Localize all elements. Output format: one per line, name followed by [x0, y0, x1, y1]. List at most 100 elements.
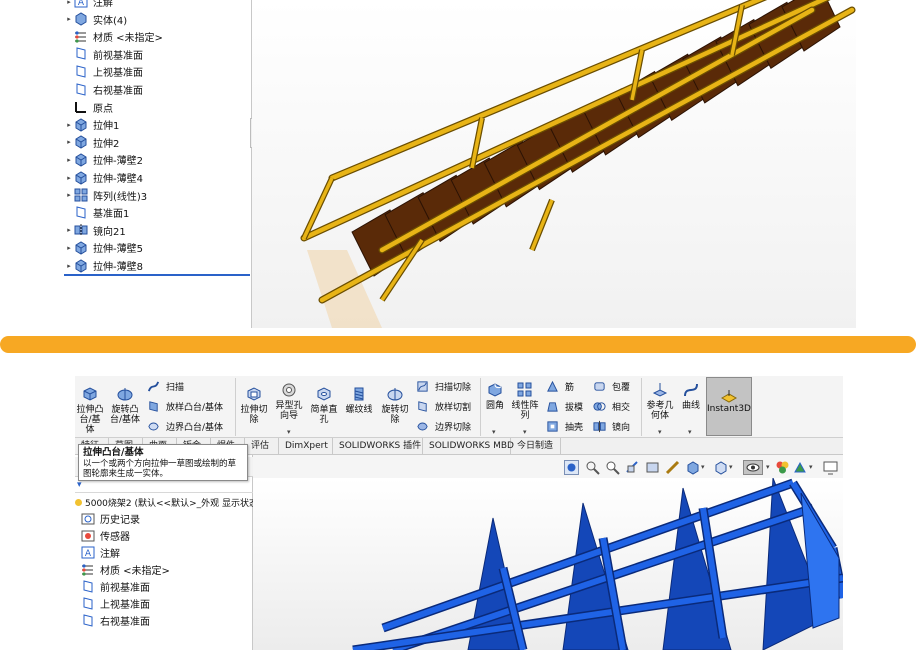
zoom-area-icon[interactable]: [585, 460, 600, 475]
display-style-dropdown-icon[interactable]: ▾: [701, 463, 705, 471]
loft-boss-button[interactable]: 放样凸台/基体: [147, 400, 223, 413]
tree-item[interactable]: ▸ 拉伸-薄壁2: [64, 151, 143, 168]
tree-item[interactable]: ▸ 实体(4): [64, 11, 127, 28]
mirror-button[interactable]: 镜向: [593, 420, 630, 433]
intersect-button[interactable]: 相交: [593, 400, 630, 413]
ribbon-separator: [641, 378, 642, 436]
reference-geometry-button[interactable]: 参考几 何体: [644, 381, 676, 421]
shell-button[interactable]: 抽壳: [546, 420, 583, 433]
extrude-boss-button[interactable]: 拉伸凸 台/基体: [75, 385, 105, 435]
scene-icon[interactable]: [793, 460, 808, 475]
expand-arrow-icon[interactable]: ▸: [64, 15, 74, 23]
simple-hole-button[interactable]: 简单直 孔: [308, 385, 340, 425]
tree-item[interactable]: ▸ 拉伸2: [64, 134, 119, 151]
intersect-label: 相交: [612, 403, 631, 413]
instant3d-button[interactable]: Instant3D: [706, 377, 752, 436]
fillet-dropdown-icon[interactable]: ▾: [492, 428, 496, 436]
section-view-icon[interactable]: [625, 460, 640, 475]
tree-item[interactable]: ▸ 拉伸-薄壁4: [64, 169, 143, 186]
tree-item[interactable]: 基准面1: [64, 204, 129, 221]
tree-item[interactable]: ▸ A 注解: [64, 0, 113, 10]
hole-wizard-button[interactable]: 异型孔 向导: [273, 381, 305, 421]
tree-item[interactable]: 原点: [64, 99, 113, 116]
rack-model[interactable]: [253, 477, 843, 650]
expand-arrow-icon[interactable]: ▸: [64, 156, 74, 164]
tree-item[interactable]: 历史记录: [81, 510, 140, 527]
filter-icon[interactable]: ▾: [77, 480, 82, 490]
tree-filter-bar[interactable]: ▾: [75, 479, 253, 493]
extrude-icon: [75, 170, 87, 185]
tree-item[interactable]: ▸ 拉伸-薄壁8: [64, 257, 143, 274]
tree-item[interactable]: 材质 <未指定>: [64, 28, 163, 45]
tree-item[interactable]: 右视基准面: [64, 81, 143, 98]
boundary-boss-button[interactable]: 边界凸台/基体: [147, 420, 223, 433]
tab-8[interactable]: SOLIDWORKS MBD: [423, 438, 514, 455]
tab-5[interactable]: 评估: [245, 438, 279, 455]
expand-arrow-icon[interactable]: ▸: [64, 174, 74, 182]
tree-item[interactable]: A 注解: [81, 544, 120, 561]
extrude-cut-button[interactable]: 拉伸切 除: [238, 385, 270, 425]
swept-cut-button[interactable]: 扫描切除: [416, 380, 471, 393]
linear-pattern-button[interactable]: 线性阵 列: [510, 381, 540, 421]
tree-item[interactable]: 右视基准面: [81, 612, 150, 629]
curves-button[interactable]: 曲线: [678, 381, 704, 411]
tree-item[interactable]: 材质 <未指定>: [81, 561, 170, 578]
tree-item[interactable]: 传感器: [81, 527, 130, 544]
tooltip-title: 拉伸凸台/基体: [83, 447, 144, 458]
part-root-item[interactable]: 5000烧架2 (默认<<默认>_外观 显示状态: [75, 494, 258, 511]
curves-icon: [684, 383, 698, 397]
lofted-cut-button[interactable]: 放样切割: [416, 400, 471, 413]
hide-show-items-icon[interactable]: [713, 460, 728, 475]
previous-view-icon[interactable]: [605, 460, 620, 475]
revolve-cut-button[interactable]: 旋转切 除: [379, 385, 411, 425]
curves-dropdown-icon[interactable]: ▾: [688, 428, 692, 436]
rib-button[interactable]: 筋: [546, 380, 574, 393]
tree-item[interactable]: 前视基准面: [81, 578, 150, 595]
expand-arrow-icon[interactable]: ▸: [64, 138, 74, 146]
expand-arrow-icon[interactable]: ▸: [64, 226, 74, 234]
expand-arrow-icon[interactable]: ▸: [64, 244, 74, 252]
tree-item[interactable]: ▸ 拉伸-薄壁5: [64, 239, 143, 256]
boundary-cut-button[interactable]: 边界切除: [416, 420, 471, 433]
display-style-icon[interactable]: [685, 460, 700, 475]
expand-arrow-icon[interactable]: ▸: [64, 0, 74, 6]
expand-arrow-icon[interactable]: ▸: [64, 191, 74, 199]
tab-6[interactable]: DimXpert: [279, 438, 333, 455]
reference-geometry-dropdown-icon[interactable]: ▾: [658, 428, 662, 436]
view-settings-dropdown-icon[interactable]: ▾: [766, 463, 770, 471]
tree-item[interactable]: ▸ 镜向21: [64, 222, 126, 239]
sweep-button[interactable]: 扫描: [147, 380, 184, 393]
dynamic-annotation-icon[interactable]: [645, 460, 660, 475]
tree-item-label: 原点: [93, 103, 113, 115]
tree-item[interactable]: ▸ 阵列(线性)3: [64, 187, 147, 204]
hole-wizard-dropdown-icon[interactable]: ▾: [287, 428, 291, 436]
wrap-button[interactable]: 包覆: [593, 380, 630, 393]
zoom-to-fit-icon[interactable]: [564, 460, 579, 475]
tree-item[interactable]: 前视基准面: [64, 46, 143, 63]
draft-button[interactable]: 拔模: [546, 400, 583, 413]
expand-arrow-icon[interactable]: ▸: [64, 262, 74, 270]
tab-7[interactable]: SOLIDWORKS 插件: [333, 438, 423, 455]
tab-9[interactable]: 今日制造: [511, 438, 561, 455]
tree-item[interactable]: 上视基准面: [81, 595, 150, 612]
revolve-boss-button[interactable]: 旋转凸 台/基体: [109, 385, 141, 425]
tree-item[interactable]: ▸ 拉伸1: [64, 116, 119, 133]
view-settings-eye-icon[interactable]: [743, 460, 763, 475]
scene-dropdown-icon[interactable]: ▾: [809, 463, 813, 471]
monitor-icon[interactable]: [823, 460, 838, 475]
expand-arrow-icon[interactable]: ▸: [64, 121, 74, 129]
appearance-icon[interactable]: [775, 460, 790, 475]
tree-item-label: 前视基准面: [100, 583, 150, 594]
plane-icon: [83, 596, 93, 610]
linear-pattern-dropdown-icon[interactable]: ▾: [523, 428, 527, 436]
top-graphics-area[interactable]: [252, 0, 856, 328]
view-orientation-icon[interactable]: [665, 460, 680, 475]
svg-text:A: A: [85, 549, 92, 559]
extrude-boss-tooltip: 拉伸凸台/基体 以一个或两个方向拉伸一草图或绘制的草图轮廓来生成一实体。: [78, 444, 248, 481]
staircase-model[interactable]: [252, 0, 856, 328]
bottom-graphics-area[interactable]: [253, 477, 843, 650]
fillet-button[interactable]: 圆角: [482, 381, 508, 411]
hide-show-dropdown-icon[interactable]: ▾: [729, 463, 733, 471]
tree-item[interactable]: 上视基准面: [64, 63, 143, 80]
thread-button[interactable]: 螺纹线: [341, 385, 377, 415]
